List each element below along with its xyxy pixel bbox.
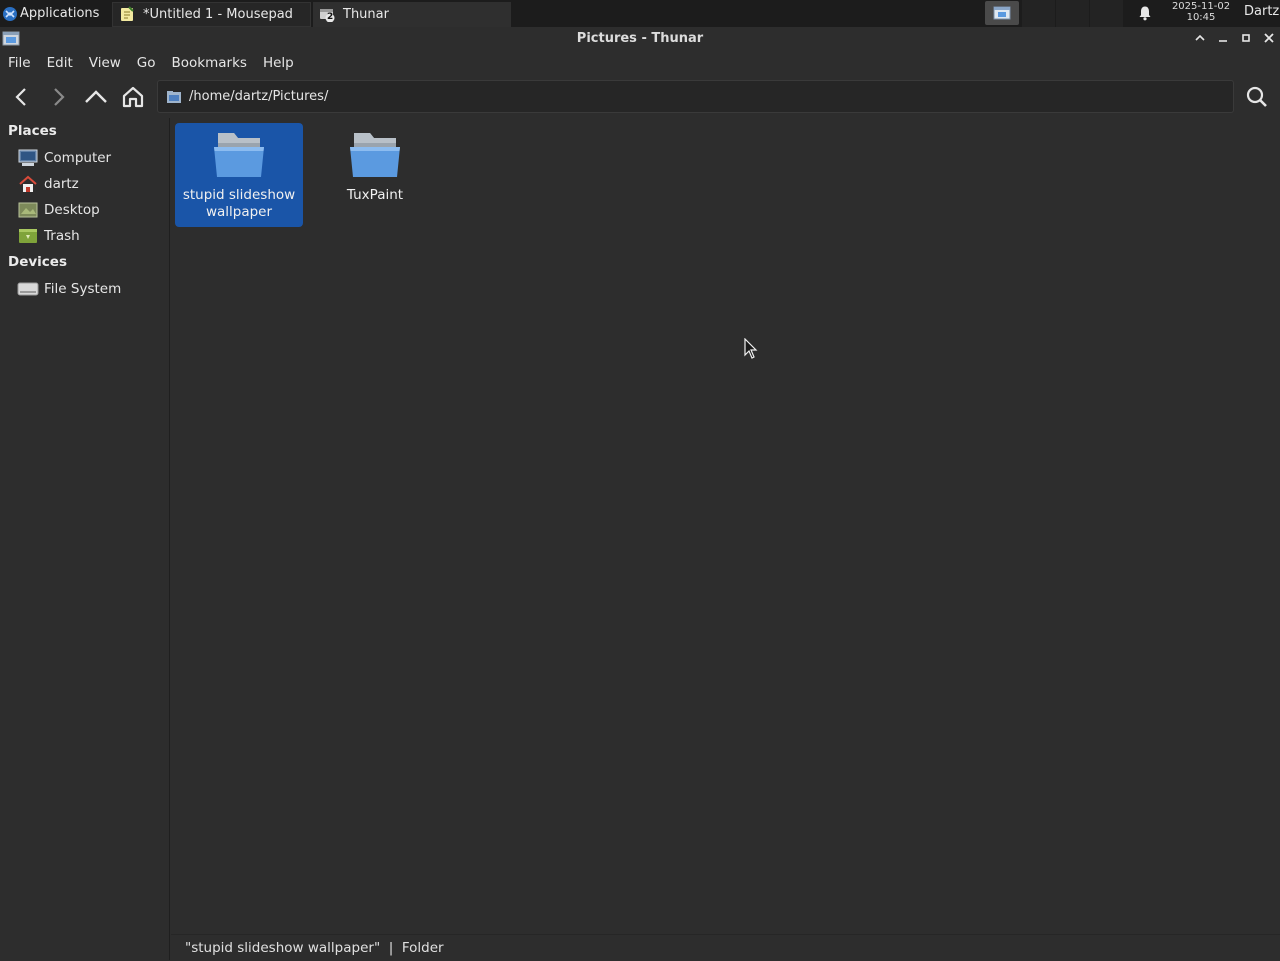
taskbar-item-label: Thunar (343, 6, 389, 22)
parent-folder-button[interactable] (83, 84, 109, 110)
sidebar-item-desktop[interactable]: Desktop (17, 199, 167, 221)
devices-header: Devices (8, 254, 67, 270)
menu-view[interactable]: View (81, 55, 129, 71)
file-view[interactable]: stupid slideshow wallpaper TuxPaint (171, 118, 1280, 934)
clock-date: 2025-11-02 (1171, 1, 1231, 12)
sidebar-item-trash[interactable]: Trash (17, 225, 167, 247)
window-titlebar[interactable]: Pictures - Thunar (0, 27, 1280, 49)
home-icon (122, 86, 144, 108)
clock-time: 10:45 (1186, 12, 1216, 23)
sidebar-item-label: File System (44, 281, 122, 297)
folder-icon (167, 90, 181, 103)
status-bar: "stupid slideshow wallpaper" | Folder (171, 934, 1280, 961)
applications-label: Applications (20, 6, 100, 21)
taskbar-item-thunar[interactable]: 2 Thunar (313, 1, 511, 27)
minimize-icon (1219, 40, 1227, 42)
location-path: /home/dartz/Pictures/ (189, 89, 329, 104)
menu-bookmarks[interactable]: Bookmarks (164, 55, 255, 71)
chevron-up-icon (1195, 34, 1205, 41)
taskbar-item-label: *Untitled 1 - Mousepad (143, 6, 293, 22)
sidebar-item-label: dartz (44, 176, 79, 192)
workspace-2[interactable] (1056, 0, 1089, 27)
menu-bar: File Edit View Go Bookmarks Help (0, 52, 302, 74)
thunar-group-icon: 2 (319, 6, 335, 23)
desktop-icon (17, 201, 39, 219)
menu-help[interactable]: Help (255, 55, 302, 71)
thunar-window-icon[interactable] (2, 30, 20, 46)
back-button[interactable] (9, 84, 35, 110)
status-text: "stupid slideshow wallpaper" | Folder (185, 940, 444, 956)
file-item-folder[interactable]: TuxPaint (311, 123, 439, 227)
sidebar-item-file-system[interactable]: File System (17, 278, 167, 300)
places-header: Places (8, 123, 57, 139)
close-button[interactable] (1261, 30, 1277, 46)
menu-file[interactable]: File (0, 55, 39, 71)
menu-edit[interactable]: Edit (39, 55, 81, 71)
back-arrow-icon (15, 88, 26, 106)
close-icon (1264, 33, 1274, 43)
mousepad-icon (121, 6, 134, 21)
top-panel: Applications *Untitled 1 - Mousepad 2 Th… (0, 0, 1280, 27)
up-arrow-icon (85, 90, 107, 103)
drive-icon (17, 280, 39, 298)
task-count-badge: 2 (327, 12, 334, 22)
minimize-button[interactable] (1215, 30, 1231, 46)
location-bar[interactable]: /home/dartz/Pictures/ (157, 80, 1234, 113)
taskbar-item-mousepad[interactable]: *Untitled 1 - Mousepad (112, 1, 311, 27)
notification-bell-icon[interactable] (1137, 5, 1153, 21)
clock[interactable]: 2025-11-02 10:45 (1166, 1, 1236, 23)
file-item-folder[interactable]: stupid slideshow wallpaper (175, 123, 303, 227)
applications-menu-button[interactable]: Applications (0, 0, 110, 27)
sidebar-item-label: Desktop (44, 202, 100, 218)
sidebar-item-label: Computer (44, 150, 112, 166)
menu-go[interactable]: Go (129, 55, 164, 71)
computer-icon (17, 149, 39, 167)
home-icon (17, 175, 39, 193)
shade-button[interactable] (1192, 30, 1208, 46)
user-menu[interactable]: Dartz (1244, 4, 1279, 19)
window-title: Pictures - Thunar (576, 30, 704, 46)
sidebar-item-computer[interactable]: Computer (17, 147, 167, 169)
trash-icon (17, 227, 39, 245)
mouse-pointer-icon (744, 338, 758, 359)
show-desktop-button[interactable] (985, 1, 1019, 25)
workspace-3[interactable] (1090, 0, 1123, 27)
sidebar-item-label: Trash (44, 228, 80, 244)
window-icon (993, 6, 1011, 20)
workspace-1[interactable] (1022, 0, 1055, 27)
search-icon (1246, 86, 1267, 107)
maximize-icon (1242, 34, 1250, 42)
folder-icon (350, 133, 400, 177)
forward-button[interactable] (45, 84, 71, 110)
sidebar: Places Computer dartz Desktop Trash Devi… (0, 118, 170, 960)
xfce-logo-icon (3, 6, 17, 21)
home-button[interactable] (120, 84, 146, 110)
file-item-name: TuxPaint (346, 187, 404, 203)
file-item-name: stupid slideshow wallpaper (182, 187, 296, 220)
search-button[interactable] (1244, 84, 1270, 110)
forward-arrow-icon (54, 88, 65, 106)
sidebar-item-dartz[interactable]: dartz (17, 173, 167, 195)
maximize-button[interactable] (1238, 30, 1254, 46)
folder-icon (214, 133, 264, 177)
